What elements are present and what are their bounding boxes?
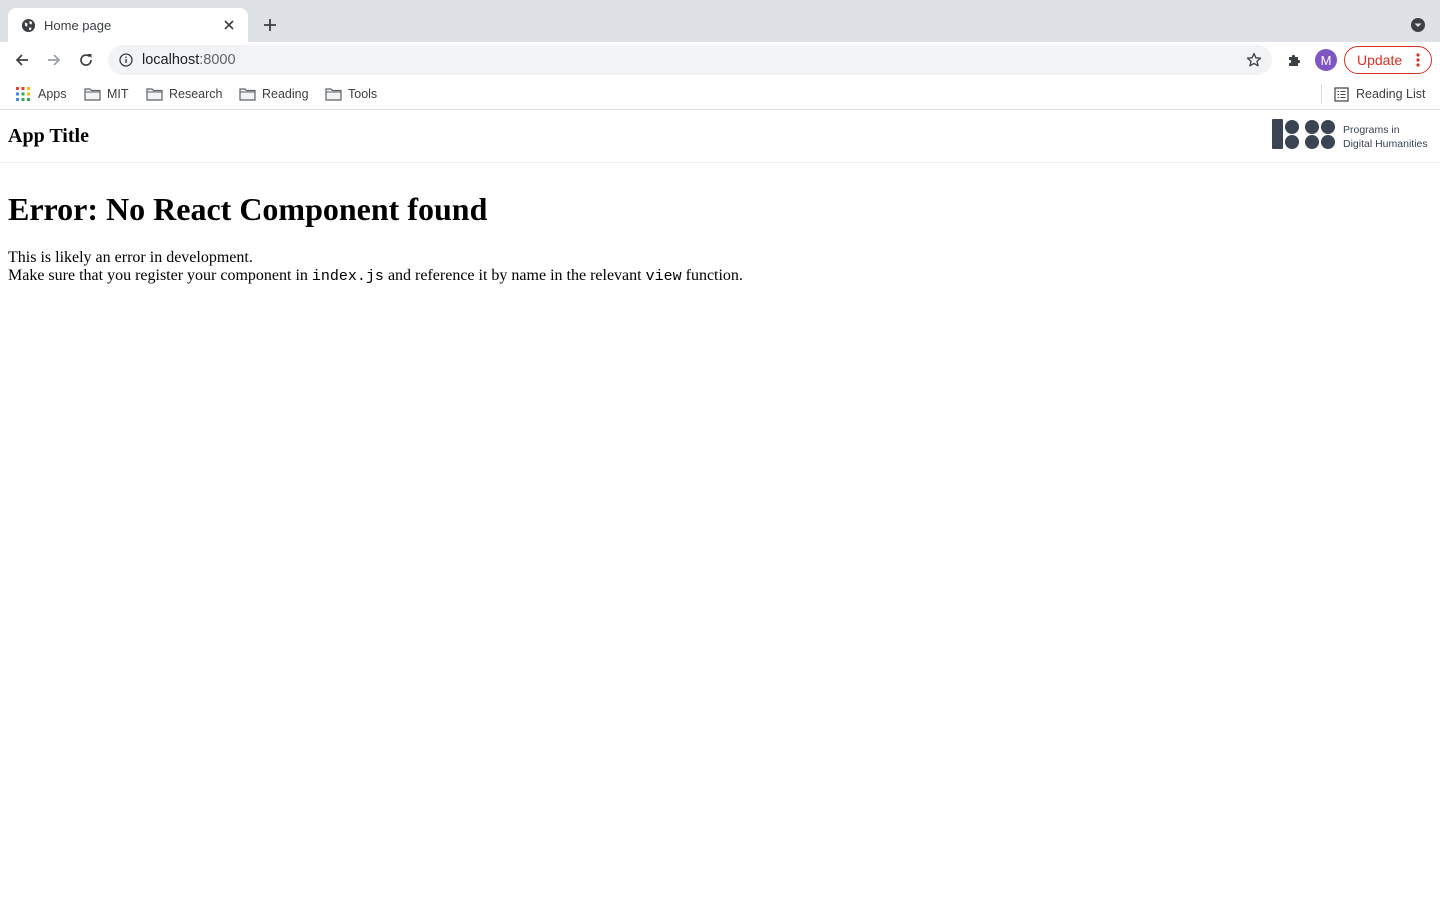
code-index-js: index.js <box>311 268 384 285</box>
browser-toolbar: localhost:8000 <box>0 42 1440 78</box>
code-view: view <box>645 268 682 285</box>
bookmark-folder-tools[interactable]: Tools <box>324 84 377 104</box>
logo-wordmark: Programs in Digital Humanities <box>1343 124 1428 150</box>
folder-icon <box>83 86 101 102</box>
app-header: App Title Programs in Digital Humanities <box>0 111 1440 163</box>
globe-icon <box>20 17 36 33</box>
bookmark-folder-reading[interactable]: Reading <box>238 84 309 104</box>
update-button[interactable]: Update <box>1344 46 1432 74</box>
close-tab-icon[interactable] <box>220 16 238 34</box>
reading-list-icon <box>1332 86 1350 102</box>
extensions-puzzle-icon[interactable] <box>1280 46 1308 74</box>
profile-avatar[interactable]: M <box>1315 49 1337 71</box>
update-button-label: Update <box>1357 52 1403 68</box>
reload-icon[interactable] <box>72 46 100 74</box>
error-line-2: Make sure that you register your compone… <box>8 267 743 285</box>
error-message: This is likely an error in development. … <box>8 249 743 286</box>
folder-icon <box>238 86 256 102</box>
error-line-1: This is likely an error in development. <box>8 249 253 266</box>
browser-tab-active[interactable]: Home page <box>8 8 248 42</box>
back-arrow-icon[interactable] <box>8 46 36 74</box>
address-bar[interactable]: localhost:8000 <box>108 45 1272 75</box>
reading-list-button[interactable]: Reading List <box>1332 84 1426 104</box>
bookmark-star-icon[interactable] <box>1243 49 1265 71</box>
apps-grid-icon <box>14 86 32 102</box>
tab-title: Home page <box>44 17 112 33</box>
app-title: App Title <box>8 125 89 147</box>
bookmark-apps[interactable]: Apps <box>14 84 67 104</box>
address-url: localhost:8000 <box>142 52 236 68</box>
bookmarks-separator <box>1321 84 1322 104</box>
site-info-icon[interactable] <box>118 52 134 68</box>
folder-icon <box>145 86 163 102</box>
bookmark-folder-mit[interactable]: MIT <box>83 84 129 104</box>
forward-arrow-icon[interactable] <box>40 46 68 74</box>
tab-search-chevron-icon[interactable] <box>1408 15 1428 35</box>
bookmark-folder-research[interactable]: Research <box>145 84 223 104</box>
error-heading: Error: No React Component found <box>8 191 488 227</box>
folder-icon <box>324 86 342 102</box>
new-tab-icon[interactable] <box>258 13 282 37</box>
tab-strip: Home page <box>0 0 1440 42</box>
bookmarks-bar: Apps MIT Research Reading Tools Reading <box>0 78 1440 110</box>
more-vertical-icon[interactable] <box>1416 53 1420 67</box>
digital-humanities-logo-icon <box>1272 118 1338 150</box>
